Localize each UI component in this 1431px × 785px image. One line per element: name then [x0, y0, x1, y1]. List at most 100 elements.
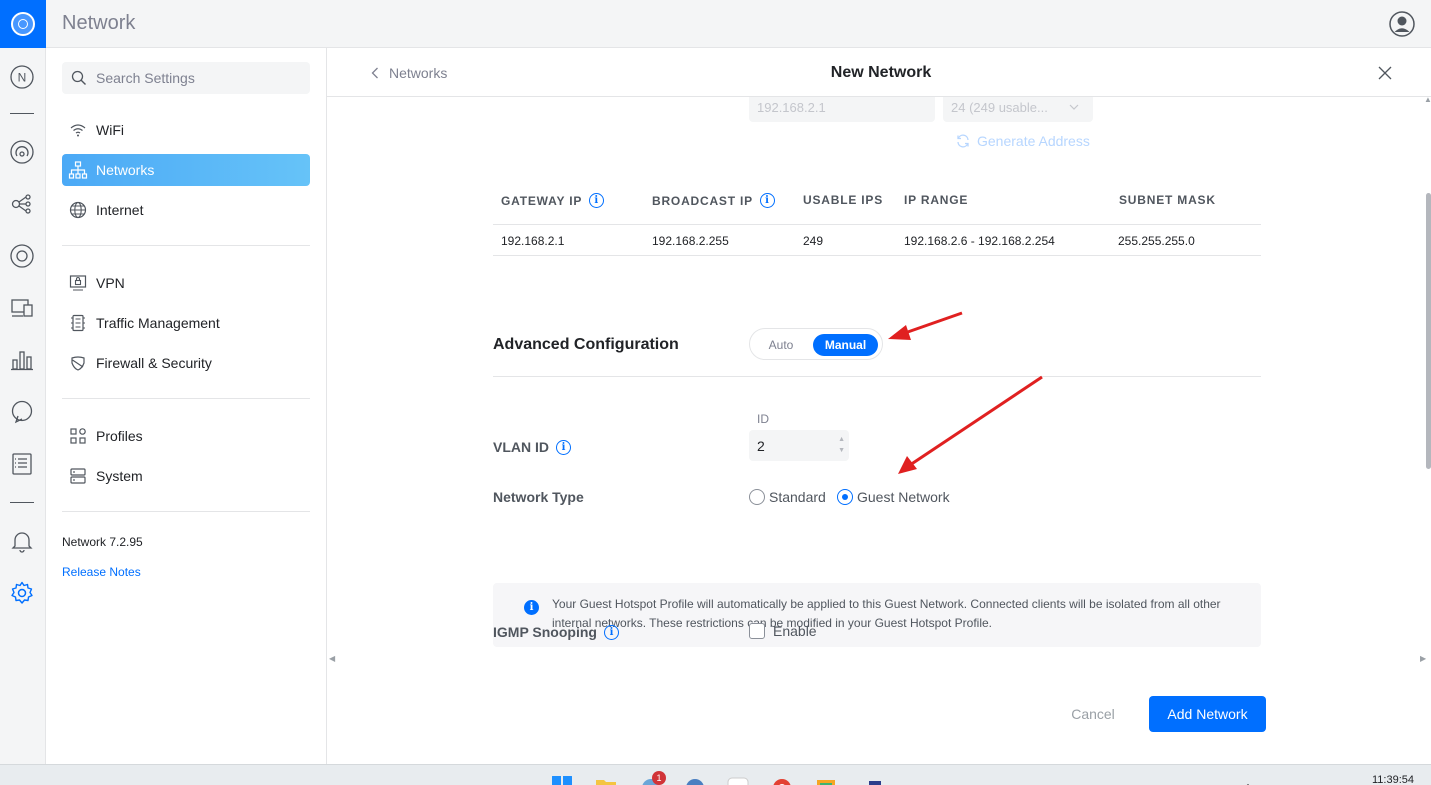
nav-item-internet[interactable]: Internet — [62, 194, 310, 226]
section-divider — [493, 376, 1261, 377]
tray-icons[interactable] — [1240, 775, 1262, 785]
app-c-icon[interactable]: C — [727, 775, 749, 785]
igmp-snooping-text: IGMP Snooping — [493, 624, 597, 640]
generate-address-button[interactable]: Generate Address — [955, 133, 1090, 149]
nav-item-system[interactable]: System — [62, 460, 310, 492]
vlan-id-label: VLAN ID i — [493, 439, 571, 455]
unifi-network-app: Network N Search Settings WiFi Networks … — [0, 0, 1431, 764]
nav-item-label: Firewall & Security — [96, 355, 212, 371]
info-icon[interactable]: i — [556, 439, 571, 455]
info-icon[interactable]: i — [759, 193, 775, 208]
vlan-id-stepper[interactable]: ▲ ▼ — [838, 434, 845, 456]
table-cell: 192.168.2.6 - 192.168.2.254 — [904, 234, 1055, 248]
nav-item-profiles[interactable]: Profiles — [62, 420, 310, 452]
close-icon[interactable] — [1377, 65, 1393, 81]
vertical-scrollbar-thumb[interactable] — [1426, 193, 1431, 469]
wifi-icon — [70, 124, 86, 137]
scroll-left-arrow[interactable]: ◀ — [329, 654, 335, 663]
table-cell: 249 — [803, 234, 824, 248]
cancel-button[interactable]: Cancel — [1055, 696, 1131, 732]
info-icon[interactable]: i — [589, 193, 605, 208]
app-tray-icon[interactable] — [864, 775, 886, 785]
clients-icon[interactable] — [9, 191, 35, 217]
panel-content: 192.168.2.1 24 (249 usable... Generate A… — [327, 97, 1431, 764]
photos-icon[interactable] — [815, 775, 837, 785]
statistics-icon[interactable] — [9, 347, 35, 373]
refresh-icon — [957, 134, 969, 148]
table-row: 192.168.2.1 192.168.2.255 249 192.168.2.… — [493, 225, 1261, 256]
nav-item-label: Traffic Management — [96, 315, 220, 331]
rail-divider — [10, 502, 34, 503]
nav-item-traffic-management[interactable]: Traffic Management — [62, 307, 310, 339]
advanced-configuration-title: Advanced Configuration — [493, 336, 679, 353]
subnet-size-select[interactable]: 24 (249 usable... — [943, 97, 1093, 122]
nav-item-firewall-security[interactable]: Firewall & Security — [62, 347, 310, 379]
topology-icon[interactable] — [9, 139, 35, 165]
globe-icon — [69, 201, 87, 219]
shield-icon — [71, 356, 85, 371]
traffic-icon — [71, 314, 85, 332]
network-badge-icon[interactable]: N — [9, 64, 35, 90]
nav-divider — [62, 245, 310, 246]
version-label: Network 7.2.95 — [62, 535, 143, 549]
network-type-label: Network Type — [493, 489, 584, 505]
igmp-enable-checkbox[interactable]: Enable — [749, 623, 817, 639]
app-rail: N — [0, 48, 46, 764]
generate-address-label: Generate Address — [977, 133, 1090, 149]
radio-label: Standard — [769, 489, 826, 505]
file-explorer-icon[interactable] — [595, 775, 617, 785]
app-title: Network — [62, 12, 136, 34]
settings-nav: WiFi Networks Internet — [46, 48, 327, 764]
radio-standard[interactable] — [749, 489, 765, 505]
radio-guest-network[interactable] — [837, 489, 853, 505]
nav-item-label: Profiles — [96, 428, 143, 444]
panel-header: Networks New Network — [327, 48, 1431, 97]
nav-item-label: Internet — [96, 202, 144, 218]
nav-item-label: VPN — [96, 275, 125, 291]
notifications-icon[interactable] — [9, 528, 35, 554]
system-icon — [70, 468, 86, 484]
info-icon[interactable]: i — [603, 624, 619, 640]
windows-start-icon[interactable] — [551, 775, 573, 785]
top-bar: Network — [0, 0, 1431, 48]
network-type-standard[interactable]: Standard — [749, 489, 826, 505]
nav-item-wifi[interactable]: WiFi — [62, 114, 310, 146]
search-input[interactable] — [96, 62, 301, 94]
network-type-guest[interactable]: Guest Network — [837, 489, 950, 505]
ports-icon[interactable] — [9, 243, 35, 269]
radio-label: Guest Network — [857, 489, 950, 505]
unifi-logo-icon[interactable] — [0, 0, 46, 48]
notice-text: Your Guest Hotspot Profile will automati… — [552, 597, 1221, 630]
user-account-icon[interactable] — [1389, 11, 1415, 37]
vlan-id-input[interactable] — [749, 430, 829, 461]
mode-manual-option[interactable]: Manual — [813, 334, 878, 356]
profiles-icon — [70, 428, 86, 444]
chrome-icon[interactable] — [771, 775, 793, 785]
table-cell: 192.168.2.1 — [501, 234, 565, 248]
browser-icon[interactable] — [684, 775, 706, 785]
vlan-id-field[interactable]: ▲▼ — [749, 430, 849, 461]
gateway-ip-field[interactable]: 192.168.2.1 — [749, 97, 935, 122]
notification-badge: 1 — [652, 771, 666, 785]
nav-item-networks[interactable]: Networks — [62, 154, 310, 186]
insights-icon[interactable] — [9, 399, 35, 425]
search-settings[interactable] — [62, 62, 310, 94]
release-notes-link[interactable]: Release Notes — [62, 565, 141, 579]
table-cell: 192.168.2.255 — [652, 234, 729, 248]
table-cell: 255.255.255.0 — [1118, 234, 1195, 248]
vpn-icon — [69, 275, 87, 291]
header-gateway-ip: GATEWAY IP i — [501, 193, 605, 208]
scroll-right-arrow[interactable]: ▶ — [1420, 654, 1426, 663]
chevron-down-icon — [1069, 104, 1079, 110]
nav-item-vpn[interactable]: VPN — [62, 267, 310, 299]
add-network-button[interactable]: Add Network — [1149, 696, 1266, 732]
mode-auto-option[interactable]: Auto — [756, 334, 806, 356]
header-usable-ips: USABLE IPS — [803, 193, 884, 207]
checkbox[interactable] — [749, 623, 765, 639]
nav-divider — [62, 398, 310, 399]
logs-icon[interactable] — [9, 451, 35, 477]
settings-icon[interactable] — [9, 580, 35, 606]
table-header: GATEWAY IP i BROADCAST IP i USABLE IPS I… — [493, 185, 1261, 225]
devices-icon[interactable] — [9, 295, 35, 321]
rail-divider — [10, 113, 34, 114]
